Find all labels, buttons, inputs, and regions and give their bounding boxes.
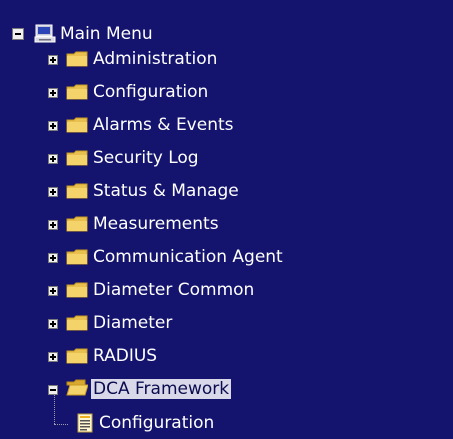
- folder-icon: [66, 282, 88, 298]
- tree-item-radius[interactable]: RADIUS: [0, 341, 453, 369]
- tree-child-label[interactable]: Configuration: [99, 413, 214, 433]
- tree-item-diameter-common[interactable]: Diameter Common: [0, 275, 453, 303]
- expand-icon[interactable]: [48, 253, 58, 263]
- tree-item-diameter[interactable]: Diameter: [0, 308, 453, 336]
- expand-icon[interactable]: [48, 187, 58, 197]
- collapse-icon[interactable]: [12, 28, 24, 40]
- folder-icon: [66, 315, 88, 331]
- collapse-icon[interactable]: [48, 385, 58, 395]
- expand-icon[interactable]: [48, 154, 58, 164]
- folder-icon: [66, 117, 88, 133]
- tree-item-alarms-events[interactable]: Alarms & Events: [0, 110, 453, 138]
- expand-icon[interactable]: [48, 55, 58, 65]
- tree-item-label[interactable]: Communication Agent: [93, 247, 283, 267]
- tree-root-label[interactable]: Main Menu: [60, 24, 153, 44]
- tree-item-communication-agent[interactable]: Communication Agent: [0, 242, 453, 270]
- expand-icon[interactable]: [48, 319, 58, 329]
- expand-icon[interactable]: [48, 286, 58, 296]
- folder-icon: [66, 249, 88, 265]
- folder-icon: [66, 51, 88, 67]
- tree-child-configuration[interactable]: Configuration: [0, 408, 453, 436]
- tree-item-dca-framework[interactable]: DCA Framework: [0, 374, 453, 402]
- tree-item-label-selected[interactable]: DCA Framework: [91, 379, 232, 399]
- tree-item-label[interactable]: Diameter: [93, 313, 172, 333]
- tree-item-label[interactable]: Administration: [93, 49, 217, 69]
- folder-icon: [66, 216, 88, 232]
- document-icon: [77, 413, 93, 433]
- tree-item-label[interactable]: Measurements: [93, 214, 219, 234]
- expand-icon[interactable]: [48, 121, 58, 131]
- tree-item-label[interactable]: Alarms & Events: [93, 115, 234, 135]
- tree-item-configuration[interactable]: Configuration: [0, 77, 453, 105]
- tree-item-label[interactable]: RADIUS: [93, 346, 157, 366]
- tree-item-measurements[interactable]: Measurements: [0, 209, 453, 237]
- folder-icon: [66, 84, 88, 100]
- tree-item-security-log[interactable]: Security Log: [0, 143, 453, 171]
- navigation-tree: Main Menu Administration Configuration A…: [0, 0, 453, 439]
- computer-icon: [34, 24, 56, 43]
- tree-item-label[interactable]: Security Log: [93, 148, 199, 168]
- tree-item-administration[interactable]: Administration: [0, 44, 453, 72]
- folder-icon: [66, 348, 88, 364]
- expand-icon[interactable]: [48, 220, 58, 230]
- expand-icon[interactable]: [48, 88, 58, 98]
- tree-item-status-manage[interactable]: Status & Manage: [0, 176, 453, 204]
- open-folder-icon: [66, 379, 88, 396]
- expand-icon[interactable]: [48, 352, 58, 362]
- tree-item-label[interactable]: Configuration: [93, 82, 208, 102]
- folder-icon: [66, 150, 88, 166]
- tree-item-label[interactable]: Diameter Common: [93, 280, 254, 300]
- tree-item-label[interactable]: Status & Manage: [93, 181, 239, 201]
- folder-icon: [66, 183, 88, 199]
